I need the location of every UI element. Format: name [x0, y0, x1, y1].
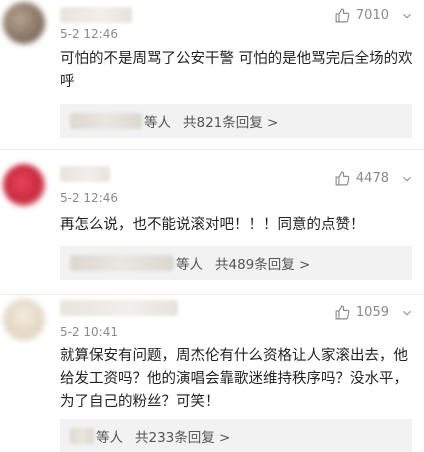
comment-text: 可怕的不是周骂了公安干警 可怕的是他骂完后全场的欢呼: [60, 51, 413, 90]
thumbs-down-icon[interactable]: [400, 306, 414, 320]
reply-summary[interactable]: 等人 共233条回复 >: [60, 419, 412, 452]
username-blurred[interactable]: [60, 300, 178, 316]
comment-text: 再怎么说，也不能说滚对吧！！！同意的点赞！: [60, 217, 365, 233]
avatar[interactable]: [3, 2, 45, 44]
comment-date: 5-2 12:46: [60, 191, 118, 205]
comment-date: 5-2 10:41: [60, 325, 118, 339]
avatar[interactable]: [3, 164, 45, 206]
thumbs-down-icon[interactable]: [400, 172, 414, 186]
comment-item: 5-2 10:41 1059 就算保安有问题，周杰伦有什么资格让人家滚出去，他给…: [0, 295, 424, 452]
reply-count-link[interactable]: 共489条回复 >: [215, 253, 310, 273]
thumbs-down-icon[interactable]: [400, 9, 414, 23]
reply-users-blurred: [70, 428, 94, 444]
reply-count-link[interactable]: 共233条回复 >: [135, 426, 230, 446]
thumbs-up-icon: [335, 171, 350, 186]
like-button[interactable]: 7010: [334, 7, 414, 24]
reply-people-label: 等人: [176, 257, 203, 273]
reply-users-blurred: [70, 113, 142, 129]
avatar[interactable]: [3, 299, 45, 341]
reply-summary[interactable]: 等人 共489条回复 >: [60, 246, 412, 280]
comment-date: 5-2 12:46: [60, 27, 118, 41]
thumbs-up-icon: [335, 8, 350, 23]
comment-item: 5-2 12:46 4478 再怎么说，也不能说滚对吧！！！同意的点赞！ 等人 …: [0, 150, 424, 295]
username-blurred[interactable]: [60, 166, 110, 182]
like-button[interactable]: 4478: [334, 170, 414, 187]
like-count: 7010: [355, 8, 389, 23]
like-count: 4478: [355, 171, 389, 186]
reply-people-label: 等人: [144, 115, 171, 131]
comment-text: 就算保安有问题，周杰伦有什么资格让人家滚出去，他给发工资吗？他的演唱会靠歌迷维持…: [60, 348, 408, 410]
reply-users-blurred: [70, 255, 174, 271]
like-button[interactable]: 1059: [334, 304, 414, 321]
comment-item: 5-2 12:46 7010 可怕的不是周骂了公安干警 可怕的是他骂完后全场的欢…: [0, 0, 424, 150]
reply-people-label: 等人: [96, 430, 123, 446]
reply-count-link[interactable]: 共821条回复 >: [183, 111, 278, 131]
username-blurred[interactable]: [60, 7, 132, 23]
thumbs-up-icon: [335, 305, 350, 320]
like-count: 1059: [355, 305, 389, 320]
reply-summary[interactable]: 等人 共821条回复 >: [60, 104, 412, 138]
